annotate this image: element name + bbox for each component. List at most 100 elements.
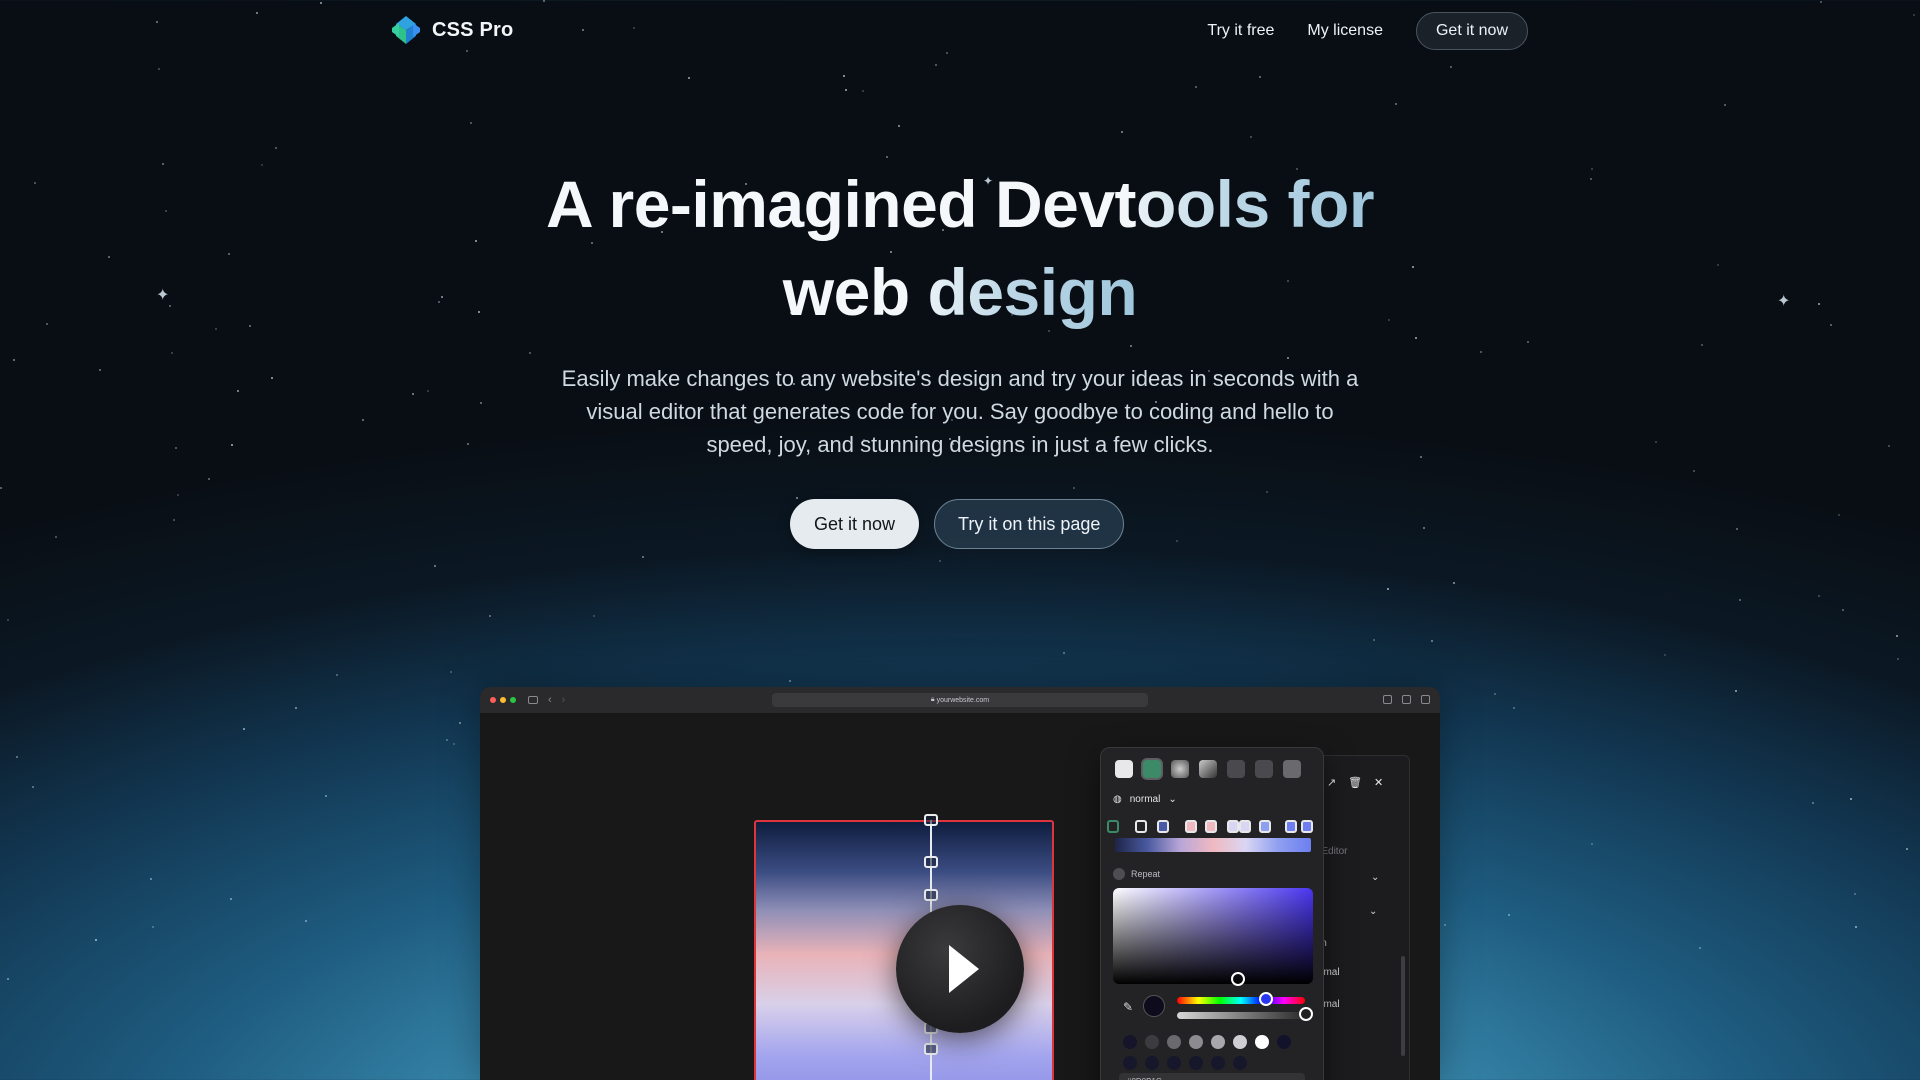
star <box>1494 693 1496 695</box>
star <box>1266 491 1268 493</box>
star <box>320 2 322 4</box>
star <box>34 182 36 184</box>
star <box>1591 168 1593 170</box>
swatch-row <box>1123 1035 1291 1049</box>
star <box>1896 635 1898 637</box>
scrollbar[interactable] <box>1401 956 1405 1056</box>
gradient-stop <box>924 856 938 868</box>
noise-tab[interactable] <box>1283 760 1301 778</box>
gradient-stop[interactable] <box>1239 820 1251 833</box>
star <box>1063 652 1065 654</box>
alpha-slider[interactable] <box>1177 1012 1305 1019</box>
nav-link-try-free[interactable]: Try it free <box>1207 22 1274 40</box>
star <box>46 323 48 325</box>
hue-slider[interactable] <box>1177 997 1305 1004</box>
image-tab[interactable] <box>1227 760 1245 778</box>
sidebar-icon <box>528 696 538 704</box>
color-swatch[interactable] <box>1189 1035 1203 1049</box>
star <box>171 352 173 354</box>
gradient-stop[interactable] <box>1157 820 1169 833</box>
gradient-stop[interactable] <box>1301 820 1313 833</box>
star <box>173 519 175 521</box>
star <box>1250 136 1252 138</box>
radial-gradient-tab[interactable] <box>1171 760 1189 778</box>
color-swatch[interactable] <box>1145 1035 1159 1049</box>
hex-input[interactable]: #0D0B1C <box>1119 1073 1305 1080</box>
gradient-stop[interactable] <box>1185 820 1197 833</box>
star <box>1693 470 1695 472</box>
saturation-knob[interactable] <box>1231 972 1245 986</box>
nav-get-it-now-button[interactable]: Get it now <box>1415 12 1528 50</box>
star <box>446 739 448 741</box>
star <box>208 478 210 480</box>
color-swatch[interactable] <box>1233 1035 1247 1049</box>
color-swatch[interactable] <box>1233 1056 1247 1070</box>
color-swatch[interactable] <box>1167 1056 1181 1070</box>
color-swatch[interactable] <box>1277 1035 1291 1049</box>
star <box>1838 514 1840 516</box>
star <box>1195 86 1197 88</box>
gradient-stop <box>924 814 938 826</box>
star <box>271 377 273 379</box>
chevron-down-icon[interactable]: ⌄ <box>1369 906 1377 917</box>
solid-fill-tab[interactable] <box>1115 760 1133 778</box>
brand[interactable]: CSS Pro <box>390 14 513 46</box>
alpha-knob[interactable] <box>1299 1007 1313 1021</box>
star <box>1480 351 1482 353</box>
color-swatch[interactable] <box>1145 1056 1159 1070</box>
star <box>688 77 690 79</box>
star <box>362 419 364 421</box>
play-button[interactable] <box>896 905 1024 1033</box>
blend-mode-select[interactable]: ◍ normal ⌄ <box>1113 794 1177 805</box>
nav-links: Try it free My license Get it now <box>1207 12 1528 50</box>
star <box>1373 639 1375 641</box>
star <box>1513 707 1515 709</box>
color-swatch[interactable] <box>1123 1035 1137 1049</box>
gradient-stop[interactable] <box>1259 820 1271 833</box>
color-swatch[interactable] <box>1189 1056 1203 1070</box>
hue-knob[interactable] <box>1259 992 1273 1006</box>
color-swatch[interactable] <box>1211 1035 1225 1049</box>
demo-video[interactable]: ‹ › 🔒︎ yourwebsite.com ⧉ ↗ 🗑︎ ✕ e Editor… <box>480 687 1440 1080</box>
gradient-stop[interactable] <box>1205 820 1217 833</box>
color-swatch[interactable] <box>1167 1035 1181 1049</box>
color-swatch[interactable] <box>1211 1056 1225 1070</box>
browser-actions <box>1383 695 1430 704</box>
share-icon <box>1383 695 1392 704</box>
gradient-stop[interactable] <box>1285 820 1297 833</box>
color-swatch[interactable] <box>1255 1035 1269 1049</box>
get-it-now-button[interactable]: Get it now <box>790 499 920 549</box>
star <box>295 707 297 709</box>
try-on-page-button[interactable]: Try it on this page <box>934 499 1125 549</box>
star <box>1818 303 1820 305</box>
star <box>1897 658 1899 660</box>
gradient-bar[interactable] <box>1115 838 1311 852</box>
eyedropper-icon[interactable]: ✎ <box>1123 1000 1133 1014</box>
gradient-stop[interactable] <box>1227 820 1239 833</box>
star <box>843 75 845 77</box>
repeat-checkbox[interactable] <box>1113 868 1125 880</box>
maximize-dot <box>510 697 516 703</box>
star <box>1453 582 1455 584</box>
star <box>249 325 251 327</box>
linear-gradient-tab[interactable] <box>1143 760 1161 778</box>
logo-icon <box>392 16 420 44</box>
color-picker: ◍ normal ⌄ Repeat ✎ <box>1100 747 1324 1080</box>
nav-link-my-license[interactable]: My license <box>1307 22 1383 40</box>
url-text: yourwebsite.com <box>936 696 990 704</box>
repeat-toggle[interactable]: Repeat <box>1113 868 1160 880</box>
star <box>231 444 233 446</box>
close-icon[interactable]: ✕ <box>1374 776 1383 789</box>
hero-title-gradient-part: ools for <box>1136 167 1375 241</box>
gradient-stop[interactable] <box>1135 820 1147 833</box>
external-link-icon[interactable]: ↗ <box>1327 776 1336 789</box>
star <box>862 90 864 92</box>
trash-icon[interactable]: 🗑︎ <box>1348 776 1362 789</box>
pattern-tab[interactable] <box>1255 760 1273 778</box>
star <box>177 494 179 496</box>
conic-gradient-tab[interactable] <box>1199 760 1217 778</box>
color-swatch[interactable] <box>1123 1056 1137 1070</box>
chevron-down-icon[interactable]: ⌄ <box>1371 872 1379 883</box>
gradient-stop[interactable] <box>1107 820 1119 833</box>
saturation-area[interactable] <box>1113 888 1313 984</box>
